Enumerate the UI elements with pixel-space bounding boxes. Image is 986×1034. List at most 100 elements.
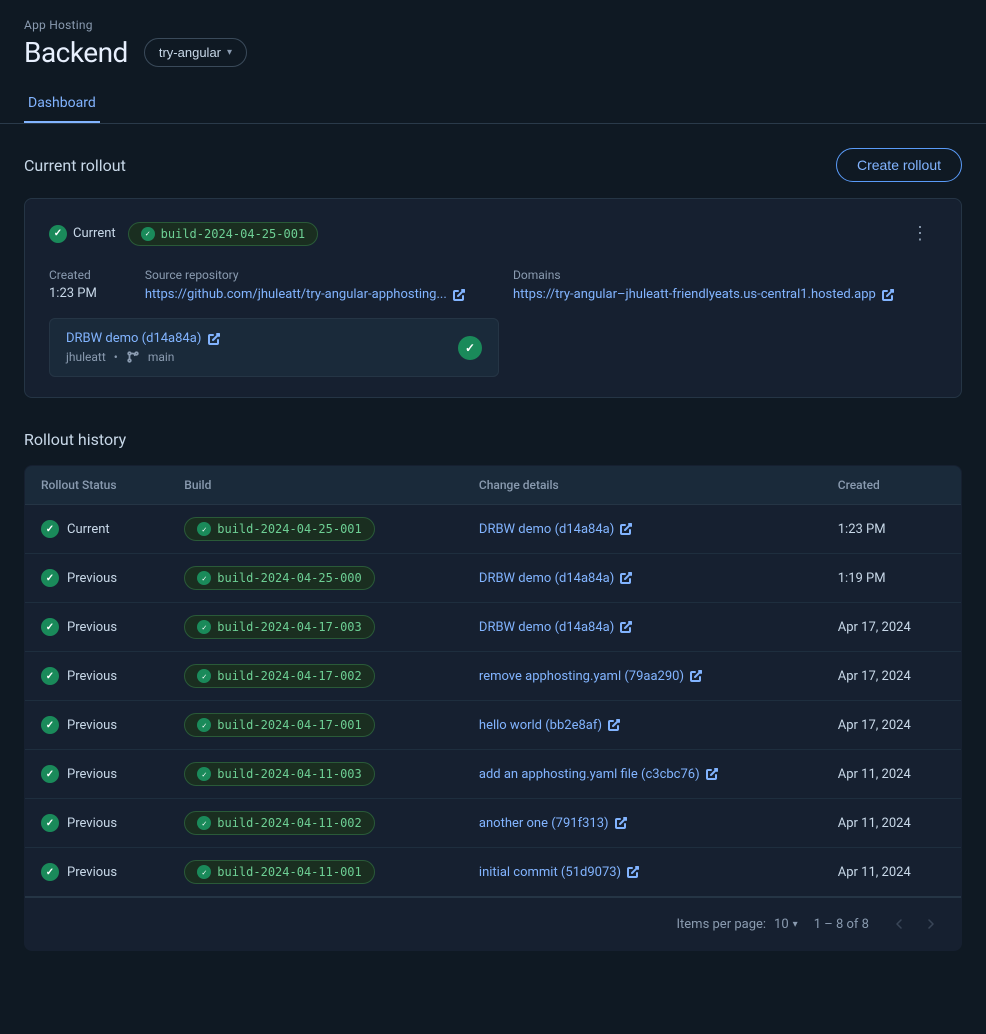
- row-status-dot: [41, 814, 59, 832]
- created-label: Created: [49, 268, 97, 282]
- tab-bar: Dashboard: [24, 85, 962, 123]
- cell-created: Apr 11, 2024: [822, 750, 962, 799]
- build-badge: build-2024-04-25-001: [128, 222, 319, 246]
- row-status-dot: [41, 863, 59, 881]
- row-change-link[interactable]: remove apphosting.yaml (79aa290): [479, 669, 702, 684]
- current-rollout-card: Current build-2024-04-25-001 ⋮ Created 1…: [24, 198, 962, 398]
- branch-dropdown-label: try-angular: [159, 45, 221, 60]
- cell-status: Previous: [25, 799, 169, 848]
- table-footer: Items per page: 10 ▾ 1 – 8 of 8: [25, 897, 962, 951]
- row-build-dot: [197, 571, 211, 585]
- cell-created: Apr 11, 2024: [822, 848, 962, 897]
- row-status-dot: [41, 618, 59, 636]
- more-options-button[interactable]: ⋮: [903, 219, 937, 248]
- cell-created: Apr 11, 2024: [822, 799, 962, 848]
- cell-created: 1:23 PM: [822, 505, 962, 554]
- created-value: 1:23 PM: [49, 286, 97, 301]
- row-external-icon: [620, 572, 632, 584]
- page-range: 1 – 8 of 8: [814, 917, 869, 932]
- cell-status: Previous: [25, 750, 169, 799]
- per-page-select[interactable]: 10 ▾: [774, 917, 798, 932]
- table-row: Previous build-2024-04-17-003 DRBW demo …: [25, 603, 962, 652]
- cell-change: initial commit (51d9073): [463, 848, 822, 897]
- row-build-badge: build-2024-04-17-003: [184, 615, 375, 639]
- row-external-icon: [620, 523, 632, 535]
- row-build-badge: build-2024-04-25-000: [184, 566, 375, 590]
- cell-status: Previous: [25, 701, 169, 750]
- table-row: Current build-2024-04-25-001 DRBW demo (…: [25, 505, 962, 554]
- table-row: Previous build-2024-04-25-000 DRBW demo …: [25, 554, 962, 603]
- cell-status: Previous: [25, 603, 169, 652]
- current-status-badge: Current: [49, 225, 116, 243]
- cell-build: build-2024-04-11-001: [168, 848, 463, 897]
- domains-label: Domains: [513, 268, 894, 282]
- row-change-link[interactable]: another one (791f313): [479, 816, 627, 831]
- row-change-link[interactable]: add an apphosting.yaml file (c3cbc76): [479, 767, 718, 782]
- table-row: Previous build-2024-04-17-001 hello worl…: [25, 701, 962, 750]
- create-rollout-button[interactable]: Create rollout: [836, 148, 962, 182]
- cell-build: build-2024-04-17-002: [168, 652, 463, 701]
- col-created: Created: [822, 466, 962, 505]
- backend-row: Backend try-angular ▾: [24, 36, 962, 69]
- table-body: Current build-2024-04-25-001 DRBW demo (…: [25, 505, 962, 897]
- cell-build: build-2024-04-17-001: [168, 701, 463, 750]
- commit-check-icon: [458, 336, 482, 360]
- build-dot-icon: [141, 227, 155, 241]
- row-external-icon: [690, 670, 702, 682]
- status-label: Current: [73, 226, 116, 241]
- row-status-label: Previous: [67, 865, 117, 880]
- tab-dashboard[interactable]: Dashboard: [24, 85, 100, 123]
- card-top-left: Current build-2024-04-25-001: [49, 222, 318, 246]
- domain-link[interactable]: https://try-angular–jhuleatt-friendlyeat…: [513, 287, 894, 302]
- row-status-dot: [41, 716, 59, 734]
- row-status-label: Previous: [67, 571, 117, 586]
- table-row: Previous build-2024-04-11-002 another on…: [25, 799, 962, 848]
- build-id: build-2024-04-25-001: [161, 227, 306, 241]
- row-change-link[interactable]: hello world (bb2e8af): [479, 718, 620, 733]
- row-build-badge: build-2024-04-11-001: [184, 860, 375, 884]
- commit-branch: main: [148, 350, 175, 364]
- source-repo-link[interactable]: https://github.com/jhuleatt/try-angular-…: [145, 287, 465, 302]
- cell-build: build-2024-04-11-002: [168, 799, 463, 848]
- cell-created: 1:19 PM: [822, 554, 962, 603]
- row-status-label: Previous: [67, 767, 117, 782]
- row-build-dot: [197, 816, 211, 830]
- row-status-dot: [41, 765, 59, 783]
- next-page-button: [917, 910, 945, 938]
- cell-created: Apr 17, 2024: [822, 701, 962, 750]
- per-page-chevron-icon: ▾: [793, 919, 798, 930]
- current-rollout-title: Current rollout: [24, 156, 126, 175]
- row-status-dot: [41, 569, 59, 587]
- external-link-icon: [453, 289, 465, 301]
- row-change-link[interactable]: initial commit (51d9073): [479, 865, 639, 880]
- col-build: Build: [168, 466, 463, 505]
- branch-dropdown[interactable]: try-angular ▾: [144, 38, 247, 67]
- external-link-icon-domain: [882, 289, 894, 301]
- row-change-link[interactable]: DRBW demo (d14a84a): [479, 620, 633, 635]
- cell-build: build-2024-04-17-003: [168, 603, 463, 652]
- cell-change: DRBW demo (d14a84a): [463, 603, 822, 652]
- rollout-history-section: Rollout history Rollout Status Build Cha…: [24, 430, 962, 951]
- row-external-icon: [620, 621, 632, 633]
- row-build-id: build-2024-04-11-001: [217, 865, 362, 879]
- col-change-details: Change details: [463, 466, 822, 505]
- prev-page-button: [885, 910, 913, 938]
- row-build-badge: build-2024-04-25-001: [184, 517, 375, 541]
- branch-icon: [126, 350, 140, 364]
- items-per-page: Items per page: 10 ▾: [676, 917, 797, 932]
- row-change-link[interactable]: DRBW demo (d14a84a): [479, 571, 633, 586]
- card-meta: Created 1:23 PM Source repository https:…: [49, 268, 937, 302]
- row-build-id: build-2024-04-17-001: [217, 718, 362, 732]
- row-build-dot: [197, 522, 211, 536]
- cell-change: remove apphosting.yaml (79aa290): [463, 652, 822, 701]
- row-status-label: Previous: [67, 669, 117, 684]
- row-change-link[interactable]: DRBW demo (d14a84a): [479, 522, 633, 537]
- row-external-icon: [608, 719, 620, 731]
- cell-created: Apr 17, 2024: [822, 603, 962, 652]
- commit-link[interactable]: DRBW demo (d14a84a): [66, 331, 220, 346]
- row-build-id: build-2024-04-25-001: [217, 522, 362, 536]
- history-table: Rollout Status Build Change details Crea…: [24, 465, 962, 951]
- page-navigation: [885, 910, 945, 938]
- cell-status: Current: [25, 505, 169, 554]
- commit-external-icon: [208, 333, 220, 345]
